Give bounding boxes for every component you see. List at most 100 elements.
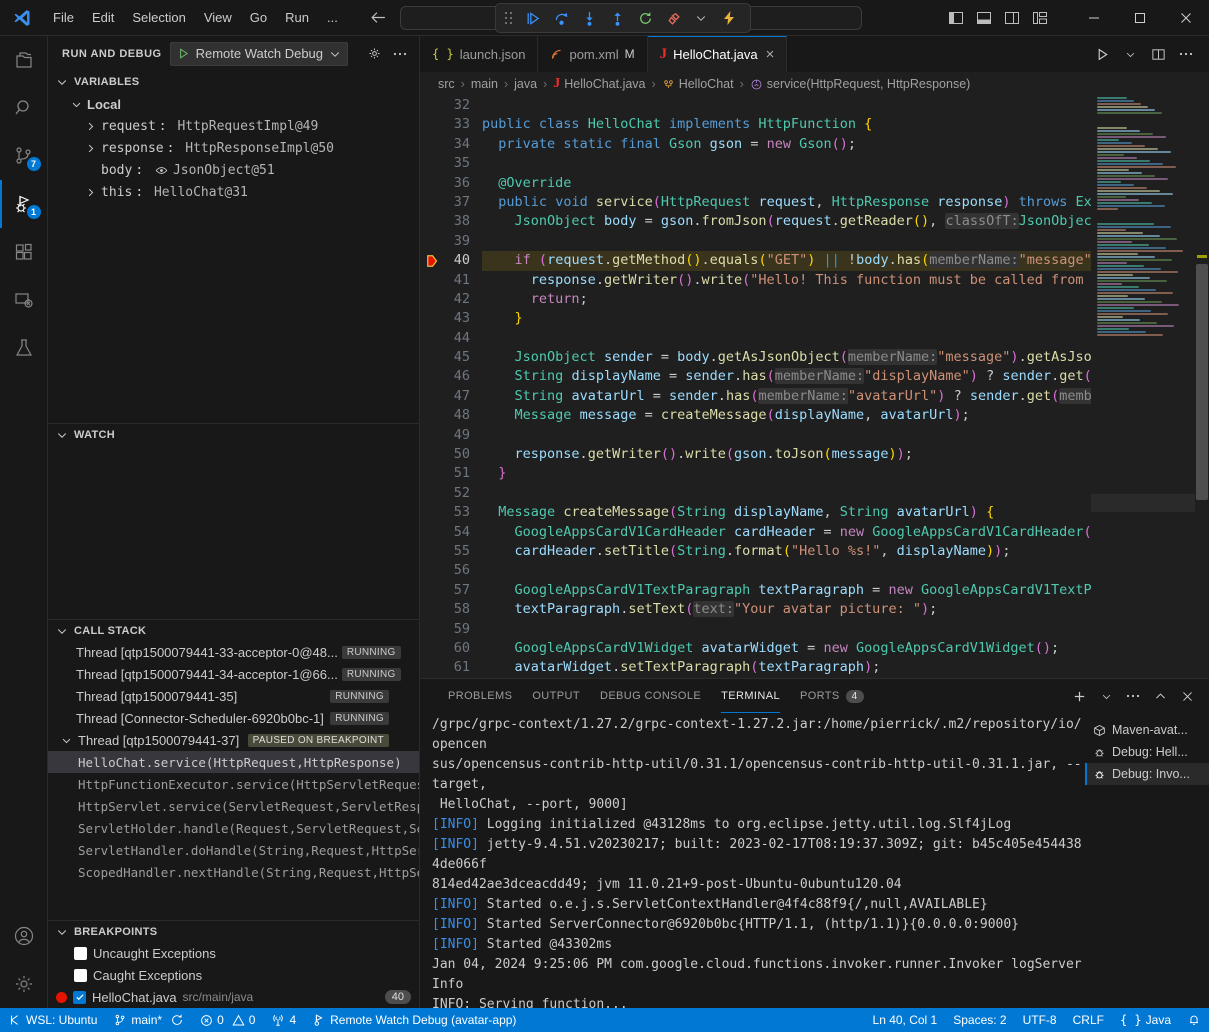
gutter-line-number[interactable]: 51	[420, 464, 482, 483]
terminal-instance-maven[interactable]: Maven-avat...	[1085, 719, 1209, 741]
breakpoint-row-uncaught-exceptions[interactable]: Uncaught Exceptions	[48, 942, 419, 964]
callstack-frame-row[interactable]: HttpServlet.service(ServletRequest,Servl…	[48, 795, 419, 817]
callstack-thread-row-paused[interactable]: Thread [qtp1500079441-37] PAUSED ON BREA…	[48, 729, 419, 751]
breakpoint-execution-arrow-icon[interactable]	[426, 254, 440, 268]
gutter-line-number[interactable]: 41	[420, 271, 482, 290]
gutter-line-number[interactable]: 45	[420, 348, 482, 367]
gutter-line-number[interactable]: 37	[420, 193, 482, 212]
code-line[interactable]: cardHeader.setTitle(String.format("Hello…	[482, 542, 1091, 561]
breadcrumb-item-java[interactable]: java	[514, 77, 537, 91]
callstack-thread-row[interactable]: Thread [Connector-Scheduler-6920b0bc-1] …	[48, 707, 419, 729]
gutter-line-number[interactable]: 36	[420, 174, 482, 193]
gutter-line-number[interactable]: 38	[420, 212, 482, 231]
gutter-line-number[interactable]: 58	[420, 600, 482, 619]
gutter-line-number[interactable]: 39	[420, 232, 482, 251]
code-line[interactable]	[482, 232, 1091, 251]
code-line[interactable]: public void service(HttpRequest request,…	[482, 193, 1091, 212]
gutter-line-number[interactable]: 40	[420, 251, 482, 270]
gutter-line-number[interactable]: 61	[420, 658, 482, 677]
close-panel-icon[interactable]	[1175, 684, 1199, 708]
code-line[interactable]	[482, 620, 1091, 639]
tab-ports[interactable]: PORTS 4	[790, 679, 874, 713]
open-launch-json-gear-icon[interactable]	[363, 43, 385, 65]
editor-code-lines[interactable]: public class HelloChat implements HttpFu…	[482, 96, 1091, 678]
gutter-line-number[interactable]: 59	[420, 620, 482, 639]
eye-watch-icon[interactable]	[154, 164, 170, 177]
code-viewport[interactable]: 3233343536373839404142434445464748495051…	[420, 96, 1091, 678]
code-line[interactable]	[482, 561, 1091, 580]
gutter-line-number[interactable]: 49	[420, 426, 482, 445]
code-line[interactable]: JsonObject body = gson.fromJson(request.…	[482, 212, 1091, 231]
code-line[interactable]: @Override	[482, 174, 1091, 193]
sidebar-more-actions-icon[interactable]	[389, 43, 411, 65]
run-options-dropdown-icon[interactable]	[1117, 41, 1143, 67]
gutter-line-number[interactable]: 54	[420, 523, 482, 542]
menu-run[interactable]: Run	[276, 6, 318, 29]
sync-icon[interactable]	[170, 1013, 184, 1027]
sidebar-item-extensions[interactable]	[0, 228, 48, 276]
new-terminal-icon[interactable]	[1067, 684, 1091, 708]
code-line[interactable]: GoogleAppsCardV1Widget avatarWidget = ne…	[482, 639, 1091, 658]
tab-pom-xml[interactable]: pom.xml M	[538, 36, 647, 72]
gutter-line-number[interactable]: 52	[420, 484, 482, 503]
callstack-thread-row[interactable]: Thread [qtp1500079441-35] RUNNING	[48, 685, 419, 707]
breakpoint-checkbox[interactable]	[74, 947, 87, 960]
code-line[interactable]: response.getWriter().write("Hello! This …	[482, 271, 1091, 290]
gutter-line-number[interactable]: 55	[420, 542, 482, 561]
sidebar-item-remote-explorer[interactable]	[0, 276, 48, 324]
terminal-instance-debug-invoker[interactable]: Debug: Invo...	[1085, 763, 1209, 785]
tab-close-icon[interactable]: ×	[766, 47, 775, 62]
accounts-button[interactable]	[0, 912, 48, 960]
gutter-line-number[interactable]: 42	[420, 290, 482, 309]
code-line[interactable]: }	[482, 464, 1091, 483]
editor-gutter[interactable]: 3233343536373839404142434445464748495051…	[420, 96, 482, 678]
sidebar-item-search[interactable]	[0, 84, 48, 132]
tab-output[interactable]: OUTPUT	[522, 679, 590, 713]
gutter-line-number[interactable]: 32	[420, 96, 482, 115]
launch-configuration-dropdown[interactable]: Remote Watch Debug	[170, 42, 348, 66]
callstack-frame-row[interactable]: ServletHolder.handle(Request,ServletRequ…	[48, 817, 419, 839]
panel-more-actions-icon[interactable]	[1121, 684, 1145, 708]
callstack-frame-row[interactable]: HelloChat.service(HttpRequest,HttpRespon…	[48, 751, 419, 773]
code-line[interactable]: Message createMessage(String displayName…	[482, 503, 1091, 522]
debug-disconnect-dropdown-icon[interactable]	[688, 6, 714, 30]
breakpoints-section-header[interactable]: BREAKPOINTS	[48, 920, 419, 942]
callstack-section-header[interactable]: CALL STACK	[48, 619, 419, 641]
code-line[interactable]: if (request.getMethod().equals("GET") ||…	[482, 251, 1091, 270]
code-line[interactable]	[482, 426, 1091, 445]
code-line[interactable]: String displayName = sender.has(memberNa…	[482, 367, 1091, 386]
debug-step-out-button[interactable]	[604, 6, 630, 30]
debug-continue-button[interactable]	[520, 6, 546, 30]
code-line[interactable]: GoogleAppsCardV1CardHeader cardHeader = …	[482, 523, 1091, 542]
status-problems-indicator[interactable]: 0 0	[192, 1008, 263, 1032]
breadcrumb-item-file[interactable]: J HelloChat.java	[553, 76, 645, 92]
code-line[interactable]: JsonObject sender = body.getAsJsonObject…	[482, 348, 1091, 367]
gutter-line-number[interactable]: 56	[420, 561, 482, 580]
tab-hellochat-java[interactable]: J HelloChat.java ×	[648, 36, 788, 72]
breakpoint-row-caught-exceptions[interactable]: Caught Exceptions	[48, 964, 419, 986]
callstack-frame-row[interactable]: ScopedHandler.nextHandle(String,Request,…	[48, 861, 419, 883]
callstack-thread-row[interactable]: Thread [qtp1500079441-33-acceptor-0@48..…	[48, 641, 419, 663]
gutter-line-number[interactable]: 60	[420, 639, 482, 658]
window-minimize-button[interactable]	[1071, 0, 1117, 36]
status-branch-indicator[interactable]: main*	[105, 1008, 192, 1032]
status-remote-indicator[interactable]: WSL: Ubuntu	[0, 1008, 105, 1032]
status-ports-indicator[interactable]: 4	[263, 1008, 304, 1032]
breadcrumb-item-main[interactable]: main	[471, 77, 498, 91]
toggle-primary-sidebar-icon[interactable]	[943, 5, 969, 31]
menu-edit[interactable]: Edit	[83, 6, 123, 29]
status-debug-session-indicator[interactable]: Remote Watch Debug (avatar-app)	[304, 1008, 524, 1032]
window-close-button[interactable]	[1163, 0, 1209, 36]
status-encoding[interactable]: UTF-8	[1015, 1008, 1065, 1032]
debug-hot-reload-button[interactable]	[716, 6, 742, 30]
tab-terminal[interactable]: TERMINAL	[711, 679, 790, 713]
code-line[interactable]: textParagraph.setText(text:"Your avatar …	[482, 600, 1091, 619]
debug-step-over-button[interactable]	[548, 6, 574, 30]
callstack-frame-row[interactable]: HttpFunctionExecutor.service(HttpServlet…	[48, 773, 419, 795]
gutter-line-number[interactable]: 50	[420, 445, 482, 464]
manage-settings-button[interactable]	[0, 960, 48, 1008]
gutter-line-number[interactable]: 33	[420, 115, 482, 134]
sidebar-item-explorer[interactable]	[0, 36, 48, 84]
code-line[interactable]	[482, 154, 1091, 173]
split-editor-icon[interactable]	[1145, 41, 1171, 67]
